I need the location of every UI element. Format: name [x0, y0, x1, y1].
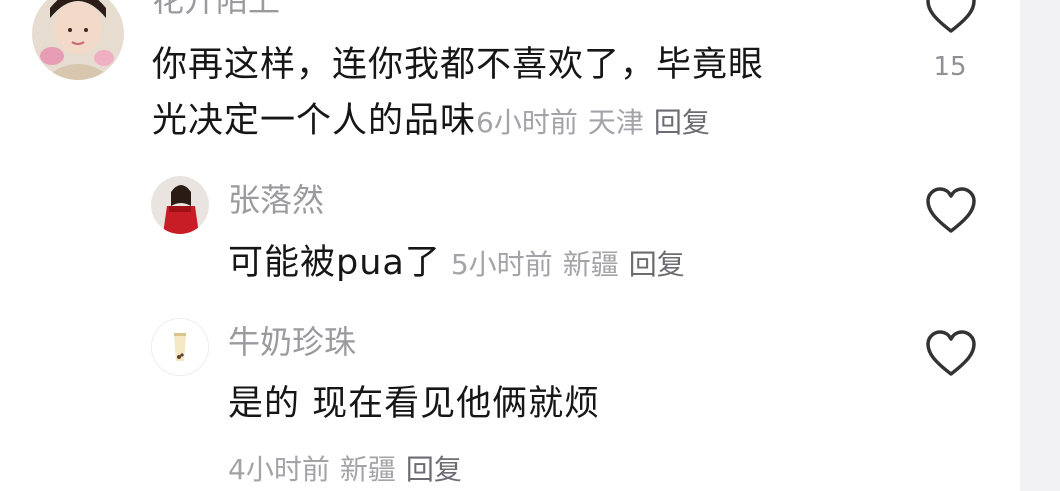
comment-location: 新疆 — [339, 453, 396, 486]
like-count: 15 — [933, 52, 967, 82]
reply-button[interactable]: 回复 — [629, 248, 685, 281]
comment-location: 天津 — [587, 106, 644, 139]
comment-text: 你再这样，连你我都不喜欢了，毕竟眼 光决定一个人的品味6小时前 天津 回复 — [152, 37, 764, 151]
heart-outline-icon[interactable] — [924, 329, 978, 379]
comment-username[interactable]: 花开陌上 — [152, 0, 280, 16]
comment-time: 5小时前 — [450, 248, 553, 281]
comment-meta: 6小时前 天津 回复 — [476, 106, 710, 139]
comment-text: 可能被pua了 5小时前 新疆 回复 — [228, 235, 685, 293]
comment-username[interactable]: 牛奶珍珠 — [228, 326, 356, 358]
comment-text: 是的 现在看见他俩就烦 — [228, 384, 601, 424]
reply-button[interactable]: 回复 — [406, 453, 462, 486]
heart-outline-icon[interactable] — [924, 0, 978, 36]
comment-time: 6小时前 — [476, 106, 578, 139]
avatar[interactable] — [151, 318, 209, 376]
heart-outline-icon[interactable] — [924, 186, 978, 236]
avatar[interactable] — [151, 176, 209, 234]
comment-meta: 4小时前 新疆 回复 — [228, 448, 462, 488]
avatar[interactable] — [32, 0, 124, 80]
comment-text-line: 你再这样，连你我都不喜欢了，毕竟眼 — [152, 45, 765, 85]
comment-text-continuation: 光决定一个人的品味 — [152, 101, 477, 141]
comment-text-body: 可能被pua了 — [228, 243, 441, 283]
comment-time: 4小时前 — [228, 453, 330, 486]
comment-thread: 花开陌上 你再这样，连你我都不喜欢了，毕竟眼 光决定一个人的品味6小时前 天津 回复… — [0, 0, 1060, 491]
comment-location: 新疆 — [562, 248, 619, 281]
comment-username[interactable]: 张落然 — [228, 184, 324, 216]
comment-text-line: 光决定一个人的品味6小时前 天津 回复 — [152, 93, 764, 151]
reply-button[interactable]: 回复 — [654, 106, 710, 139]
comment-meta: 5小时前 新疆 回复 — [451, 248, 685, 281]
scrollbar-track[interactable] — [1020, 0, 1060, 491]
